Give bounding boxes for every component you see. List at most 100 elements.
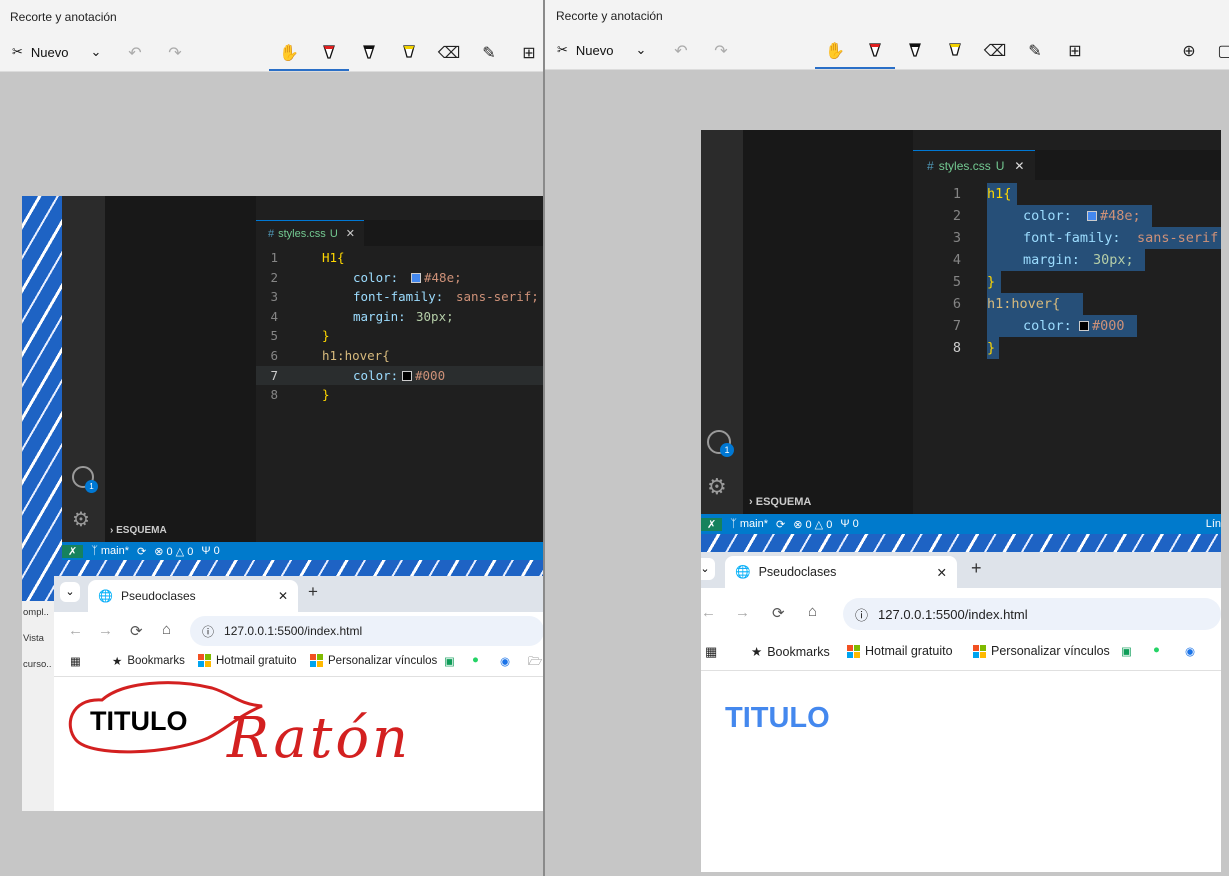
ports-indicator[interactable]: Ψ 0 [840,518,858,530]
status-bar: ✗ ᛉ main* ⟳ ⊗ 0 △ 0 Ψ 0 Lín [701,514,1221,534]
page-heading: TITULO [725,702,830,734]
reload-icon[interactable]: ⟳ [130,622,143,640]
forward-icon[interactable]: → [98,622,113,639]
chevron-down-icon[interactable]: ⌄ [90,44,101,60]
chevron-down-icon[interactable]: ⌄ [635,42,646,58]
handwritten-text: Ratón [227,706,412,771]
highlighter-icon[interactable] [394,39,424,67]
close-tab-icon[interactable]: ✕ [1014,159,1024,173]
outline-section[interactable]: › ESQUEMA [749,496,811,508]
branch-indicator[interactable]: ᛉ main* [91,545,129,557]
browser-window: ⌄ 🌐 Pseudoclases ✕ + ← → ⟳ ⌂ ⓘ 127.0.0.1… [701,552,1221,872]
code-editor[interactable]: 1 H1{ 2 color: #48e; 3 font-family: sans-seri… [256,248,544,408]
snip-toolbar: ✂ Nuevo ⌄ ↶ ↷ ✋ ⌫ ✎ ⊞ ⊕ ▢ [545,32,1229,70]
home-icon[interactable]: ⌂ [808,603,817,620]
redo-icon[interactable]: ↷ [706,37,736,65]
back-icon[interactable]: ← [68,622,83,639]
browser-tab[interactable]: 🌐 Pseudoclases ✕ [725,556,957,588]
new-tab-button[interactable]: + [971,558,982,579]
home-icon[interactable]: ⌂ [162,621,171,638]
meet-icon[interactable]: ▣ [1121,644,1132,658]
black-pen-icon[interactable] [900,37,930,65]
meet-icon[interactable]: ▣ [444,654,455,668]
zoom-in-icon[interactable]: ⊕ [1174,37,1204,65]
touch-writing-icon[interactable]: ✋ [274,39,304,67]
eraser-icon[interactable]: ⌫ [434,39,464,67]
sync-icon[interactable]: ⟳ [776,518,785,531]
address-bar[interactable]: ⓘ 127.0.0.1:5500/index.html [843,598,1221,630]
settings-gear-icon[interactable]: ⚙ [72,507,90,532]
messenger-icon[interactable]: ◉ [1185,644,1195,658]
ruler-icon[interactable]: ✎ [1020,37,1050,65]
captured-screenshot: 1 ⚙ › ESQUEMA # styles.css U ✕ 1 h1{2 c… [701,130,1221,872]
red-pen-icon[interactable] [314,39,344,67]
branch-indicator[interactable]: ᛉ main* [730,518,768,530]
sync-icon[interactable]: ⟳ [137,545,146,558]
ruler-icon[interactable]: ✎ [474,39,504,67]
new-snip-button[interactable]: ✂ Nuevo ⌄ [557,42,646,58]
microsoft-icon [310,654,323,667]
ports-indicator[interactable]: Ψ 0 [201,545,219,557]
star-icon: ★ [751,645,763,659]
forward-icon[interactable]: → [735,604,750,621]
red-pen-icon[interactable] [860,37,890,65]
code-editor[interactable]: 1 h1{ 2 color: #48e; 3 font-family: sans-seri… [913,183,1221,363]
css-file-icon: # [927,158,934,173]
bookmark-item[interactable]: Personalizar vínculos [310,654,437,667]
bookmark-item[interactable]: Personalizar vínculos [973,644,1110,658]
highlighter-icon[interactable] [940,37,970,65]
star-icon: ★ [112,656,123,668]
address-bar[interactable]: ⓘ 127.0.0.1:5500/index.html [190,616,544,646]
info-icon[interactable]: ⓘ [202,623,214,640]
undo-icon[interactable]: ↶ [120,39,150,67]
close-tab-icon[interactable]: ✕ [278,589,288,603]
editor-tab[interactable]: # styles.css U ✕ [256,220,364,246]
eraser-icon[interactable]: ⌫ [980,37,1010,65]
black-pen-icon[interactable] [354,39,384,67]
window-title: Recorte y anotación [0,0,544,34]
globe-icon: 🌐 [98,589,113,603]
cursor-position[interactable]: Lín [1206,518,1221,530]
new-snip-button[interactable]: ✂ Nuevo ⌄ [12,44,101,60]
bookmark-item[interactable]: ★ Bookmarks [112,654,185,668]
captured-screenshot: 1 ⚙ › ESQUEMA # styles.css U ✕ 1 H1{ 2 col… [22,196,544,811]
background-window-fragment: ompl.. Vista curso.. [22,601,54,811]
whatsapp-icon[interactable]: ● [1153,644,1160,656]
sidebar-panel [105,196,256,542]
code-line-current: 7 color: #000 [256,365,544,386]
settings-gear-icon[interactable]: ⚙ [707,474,727,500]
crop-icon[interactable]: ⊞ [514,39,544,67]
touch-writing-icon[interactable]: ✋ [820,37,850,65]
remote-icon[interactable]: ✗ [62,544,84,558]
problems-indicator[interactable]: ⊗ 0 △ 0 [154,545,193,558]
apps-icon[interactable]: ▦ [705,644,717,660]
messenger-icon[interactable]: ◉ [500,654,510,668]
remote-icon[interactable]: ✗ [701,517,723,531]
undo-icon[interactable]: ↶ [666,37,696,65]
folder-icon[interactable]: 🗁 [528,654,542,673]
bookmark-item[interactable]: ★ Bookmarks [751,644,830,660]
close-tab-icon[interactable]: ✕ [346,227,355,240]
tab-search-button[interactable]: ⌄ [60,582,80,602]
whatsapp-icon[interactable]: ● [472,654,479,666]
snip-icon: ✂ [12,44,23,59]
bookmark-item[interactable]: Hotmail gratuito [847,644,953,658]
new-tab-button[interactable]: + [308,582,318,602]
bookmark-item[interactable]: Hotmail gratuito [198,654,297,667]
reload-icon[interactable]: ⟳ [772,604,785,622]
globe-icon: 🌐 [735,564,751,579]
outline-section[interactable]: › ESQUEMA [110,525,167,536]
back-icon[interactable]: ← [701,604,716,621]
apps-icon[interactable]: ▦ [70,654,81,668]
save-icon[interactable]: ▢ [1210,37,1229,65]
editor-tab[interactable]: # styles.css U ✕ [913,150,1035,180]
crop-icon[interactable]: ⊞ [1060,37,1090,65]
problems-indicator[interactable]: ⊗ 0 △ 0 [793,518,832,531]
tab-search-button[interactable]: ⌄ [701,558,715,580]
browser-tab[interactable]: 🌐 Pseudoclases ✕ [88,580,298,612]
tabbar-rest [364,220,544,246]
close-tab-icon[interactable]: ✕ [937,565,947,580]
page-divider [701,670,1221,671]
redo-icon[interactable]: ↷ [160,39,190,67]
info-icon[interactable]: ⓘ [855,605,868,624]
